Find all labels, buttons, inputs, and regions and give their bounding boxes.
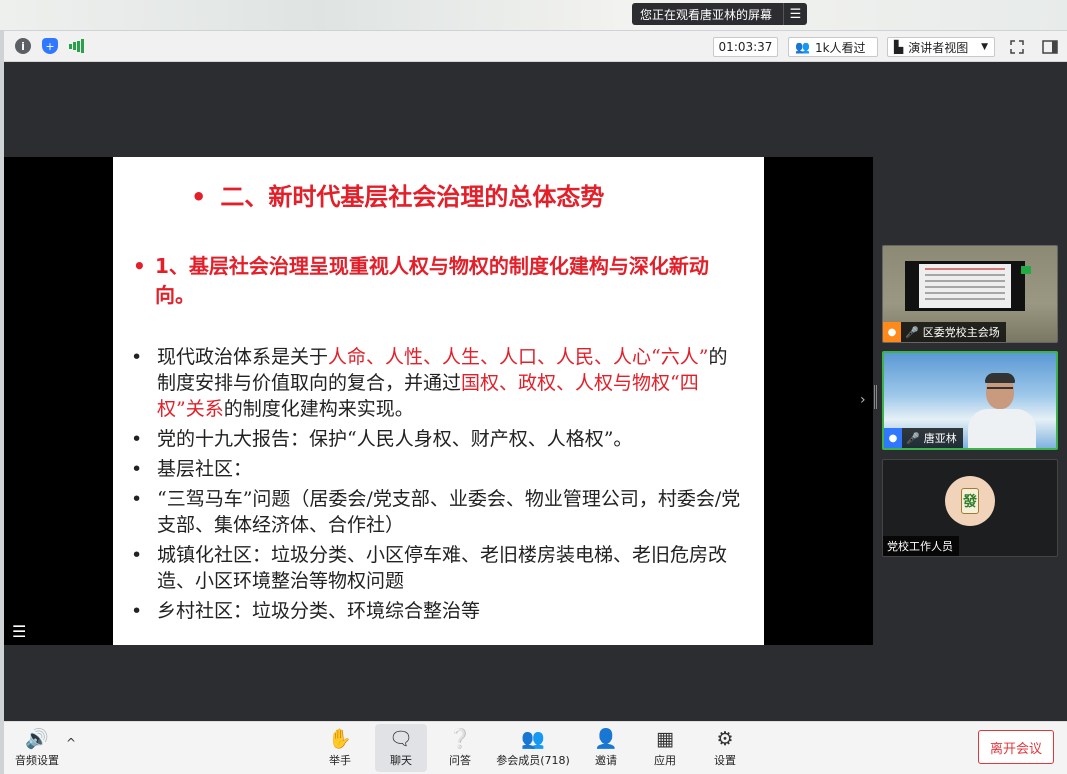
apps-label: 应用 — [654, 754, 676, 767]
list-icon[interactable]: ☰ — [783, 3, 807, 25]
microphone-icon: 🎤 — [906, 431, 920, 445]
participants-button[interactable]: 👥 参会成员(718) — [494, 724, 572, 772]
viewing-screen-text: 您正在观看唐亚林的屏幕 — [640, 7, 773, 22]
participant-name: 党校工作人员 — [887, 540, 953, 553]
slide-bullet-text: 现代政治体系是关于 — [157, 346, 329, 368]
slide-bullet-text: 城镇化社区：垃圾分类、小区停车难、老旧楼房装电梯、老旧危房改造、小区环境整治等物… — [157, 544, 728, 592]
desktop-background — [0, 0, 1067, 30]
presenter-view-dropdown[interactable]: ▙ 演讲者视图 ▼ — [887, 37, 995, 57]
viewers-text: 1k人看过 — [814, 40, 866, 55]
presenter-view-label: 演讲者视图 — [908, 40, 969, 55]
invite-label: 邀请 — [595, 754, 617, 767]
meeting-timer: 01:03:37 — [713, 37, 778, 57]
mahjong-tile-icon: 發 — [961, 488, 979, 514]
video-tile[interactable]: 發 党校工作人员 — [882, 459, 1058, 557]
slide-bullet-text: 的制度化建构来实现。 — [223, 398, 414, 420]
slide-bullet-list: 现代政治体系是关于人命、人性、人生、人口、人民、人心“六人”的制度安排与价值取向… — [131, 344, 741, 628]
people-icon: 👥 — [521, 728, 545, 750]
chat-label: 聊天 — [390, 754, 412, 767]
slide-bullet-text: 基层社区： — [157, 458, 253, 480]
raise-hand-button[interactable]: ✋ 举手 — [320, 724, 360, 772]
signal-icon[interactable] — [69, 38, 85, 54]
viewing-screen-banner: 您正在观看唐亚林的屏幕 ☰ — [632, 3, 807, 25]
user-icon: ● — [884, 428, 902, 448]
slide-bullet-text: 党的十九大报告：保护“人民人身权、财产权、人格权”。 — [157, 428, 633, 450]
chat-button[interactable]: 🗨 聊天 — [375, 724, 427, 772]
participant-label: 党校工作人员 — [883, 536, 959, 556]
slide-bullet: 党的十九大报告：保护“人民人身权、财产权、人格权”。 — [131, 426, 741, 452]
meeting-topbar: i + 01:03:37 👥 1k人看过 ▙ 演讲者视图 ▼ — [4, 31, 1067, 62]
slide-bullet-text: “三驾马车”问题（居委会/党支部、业委会、物业管理公司，村委会/党支部、集体经济… — [157, 488, 741, 536]
apps-button[interactable]: ▦ 应用 — [645, 724, 685, 772]
fullscreen-icon[interactable] — [1007, 37, 1027, 57]
avatar: 發 — [945, 476, 995, 526]
shared-screen-area: • 二、新时代基层社会治理的总体态势 • 1、基层社会治理呈现重视人权与物权的制度化… — [4, 62, 873, 721]
qa-label: 问答 — [449, 754, 471, 767]
video-tile-active-speaker[interactable]: ● 🎤 唐亚林 — [882, 351, 1058, 450]
participant-name: 区委党校主会场 — [922, 326, 1000, 339]
slide-subtitle: • 1、基层社会治理呈现重视人权与物权的制度化建构与深化新动向。 — [133, 252, 743, 310]
sidebar-toggle-icon[interactable] — [1040, 37, 1060, 57]
audio-settings-label: 音频设置 — [15, 754, 59, 767]
user-icon: ● — [883, 322, 901, 342]
settings-label: 设置 — [714, 754, 736, 767]
participant-label: ● 🎤 唐亚林 — [884, 428, 963, 448]
panel-resize-handle[interactable] — [874, 385, 877, 409]
presentation-slide: • 二、新时代基层社会治理的总体态势 • 1、基层社会治理呈现重视人权与物权的制度化… — [113, 157, 764, 645]
slide-bullet-text: 人命、人性、人生、人口、人民、人心“六人” — [328, 346, 709, 368]
chevron-down-icon: ▼ — [981, 42, 988, 52]
speaker-figure — [968, 373, 1036, 448]
list-icon[interactable]: ☰ — [12, 622, 34, 641]
slide-title: • 二、新时代基层社会治理的总体态势 — [191, 183, 605, 211]
raise-hand-label: 举手 — [329, 754, 351, 767]
slide-subtitle-text: 1、基层社会治理呈现重视人权与物权的制度化建构与深化新动向。 — [155, 254, 709, 307]
video-tile[interactable]: ● 🎤 区委党校主会场 — [882, 245, 1058, 343]
info-icon[interactable]: i — [15, 38, 31, 54]
people-icon: 👥 — [795, 40, 810, 54]
chevron-right-icon[interactable]: › — [860, 392, 866, 408]
gear-icon: ⚙ — [716, 728, 734, 750]
slide-bullet: 现代政治体系是关于人命、人性、人生、人口、人民、人心“六人”的制度安排与价值取向… — [131, 344, 741, 422]
slide-title-text: 二、新时代基层社会治理的总体态势 — [220, 183, 605, 211]
apps-icon: ▦ — [656, 728, 674, 750]
meeting-toolbar: 🔊 音频设置 ^ ✋ 举手 🗨 聊天 ❔ 问答 👥 参会成员(718) 👤 邀请… — [4, 721, 1067, 774]
slide-bullet: “三驾马车”问题（居委会/党支部、业委会、物业管理公司，村委会/党支部、集体经济… — [131, 486, 741, 538]
invite-button[interactable]: 👤 邀请 — [586, 724, 626, 772]
qa-button[interactable]: ❔ 问答 — [440, 724, 480, 772]
microphone-icon: 🎤 — [905, 325, 919, 339]
slide-bullet: 基层社区： — [131, 456, 741, 482]
chat-icon: 🗨 — [388, 728, 414, 750]
settings-button[interactable]: ⚙ 设置 — [705, 724, 745, 772]
leave-meeting-button[interactable]: 离开会议 — [978, 730, 1054, 764]
shield-icon[interactable]: + — [42, 38, 58, 54]
participants-label: 参会成员(718) — [496, 754, 570, 767]
viewers-count[interactable]: 👥 1k人看过 — [788, 37, 878, 57]
participant-name: 唐亚林 — [923, 432, 957, 445]
meeting-window: i + 01:03:37 👥 1k人看过 ▙ 演讲者视图 ▼ • 二、新时代基层社… — [4, 31, 1067, 774]
question-icon: ❔ — [448, 728, 472, 750]
slide-bullet-text: 乡村社区：垃圾分类、环境综合整治等 — [157, 600, 481, 622]
hand-icon: ✋ — [328, 728, 352, 750]
speaker-icon: 🔊 — [25, 728, 49, 750]
audio-settings-button[interactable]: 🔊 音频设置 — [12, 724, 62, 772]
participant-label: ● 🎤 区委党校主会场 — [883, 322, 1006, 342]
slide-bullet: 城镇化社区：垃圾分类、小区停车难、老旧楼房装电梯、老旧危房改造、小区环境整治等物… — [131, 542, 741, 594]
participants-video-panel: ● 🎤 区委党校主会场 ● 🎤 唐亚林 發 党校工作人员 — [873, 62, 1067, 721]
slide-bullet: 乡村社区：垃圾分类、环境综合整治等 — [131, 598, 741, 624]
layout-icon: ▙ — [894, 40, 904, 54]
add-user-icon: 👤 — [594, 728, 618, 750]
chevron-up-icon[interactable]: ^ — [66, 736, 76, 750]
